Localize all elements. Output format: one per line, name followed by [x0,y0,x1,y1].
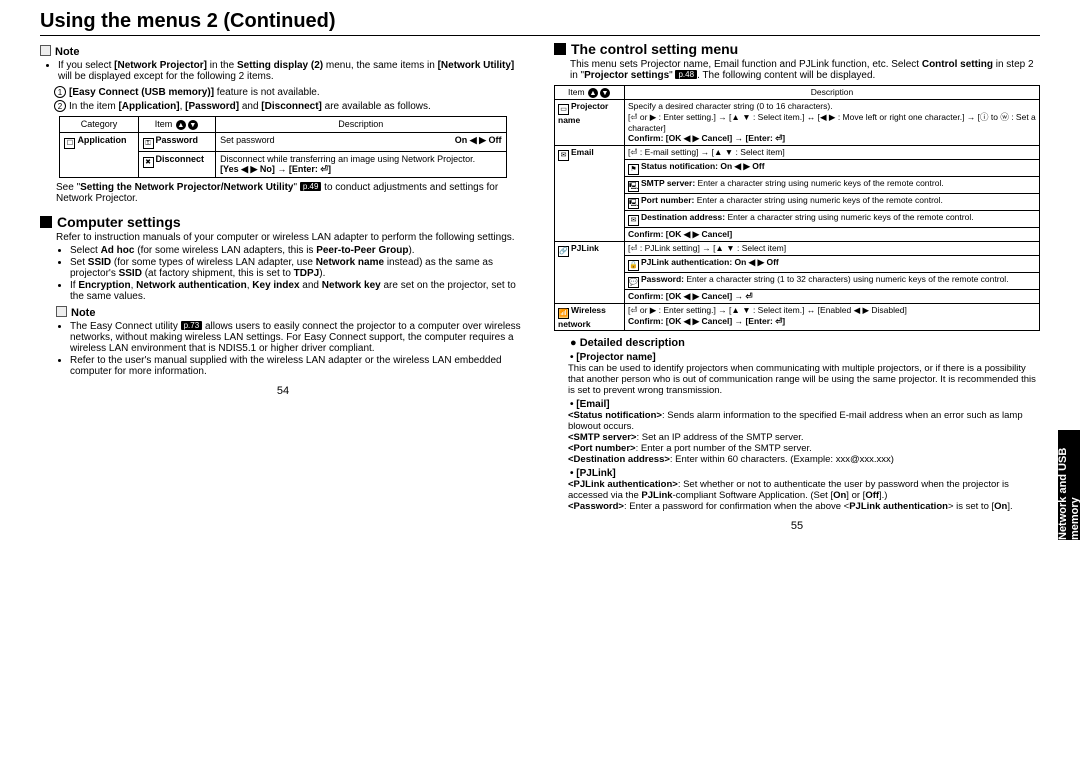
control-setting-heading: The control setting menu [554,41,1040,57]
right-column: The control setting menu This menu sets … [554,41,1040,532]
status-icon: ⚑ [628,164,639,175]
projector-icon: ▭ [558,104,569,115]
email-icon: ✉ [558,150,569,161]
page-ref-73: p.73 [181,321,203,330]
disconnect-icon: ✖ [143,157,154,168]
detail-email-body: <Status notification>: Sends alarm infor… [568,410,1040,465]
note2-bullet-2: Refer to the user's manual supplied with… [70,355,526,377]
comp-bullet-2: Set SSID (for some types of wireless LAN… [70,257,526,279]
detail-projector-name: [Projector name] [570,352,1040,363]
note1-bullet: If you select [Network Projector] in the… [58,60,526,82]
circled-item-2: 2In the item [Application], [Password] a… [54,100,526,112]
page-ref-48: p.48 [675,70,697,79]
control-table: Item ▲▼ Description ▭Projector name Spec… [554,85,1040,331]
computer-settings-intro: Refer to instruction manuals of your com… [56,232,526,243]
detail-email: [Email] [570,399,1040,410]
pw-icon: 💬 [628,277,639,288]
port-icon: 🖳 [628,198,639,209]
detail-pjlink-body: <PJLink authentication>: Set whether or … [568,479,1040,512]
dest-icon: ✉ [628,215,639,226]
note2-bullet-1: The Easy Connect utility p.73 allows use… [70,321,526,354]
detail-projector-body: This can be used to identify projectors … [568,363,1040,396]
page-title: Using the menus 2 (Continued) [40,10,1040,36]
up-icon: ▲ [588,88,598,98]
note-header-2: Note [56,306,526,319]
password-icon: ⚿ [143,138,154,149]
pjlink-icon: 🔗 [558,246,569,257]
app-icon: ☐ [64,138,75,149]
comp-bullet-1: Select Ad hoc (for some wireless LAN ada… [70,245,526,256]
circled-item-1: 1[Easy Connect (USB memory)] feature is … [54,86,526,98]
wireless-icon: 📶 [558,308,569,319]
application-table: Category Item ▲▼ Description ☐Applicatio… [59,116,506,178]
see-ref-line: See "Setting the Network Projector/Netwo… [56,182,526,204]
left-column: Note If you select [Network Projector] i… [40,41,526,532]
page-number-right: 55 [554,520,1040,532]
side-tab: Network and USB memory [1058,430,1080,540]
up-icon: ▲ [176,120,186,130]
computer-settings-heading: Computer settings [40,214,526,230]
smtp-icon: 🖳 [628,181,639,192]
note-header-1: Note [40,45,526,58]
page-number-left: 54 [40,385,526,397]
comp-bullet-3: If Encryption, Network authentication, K… [70,280,526,302]
page-ref-49: p.49 [300,182,322,191]
detailed-description-heading: Detailed description [570,337,1040,349]
detail-pjlink: [PJLink] [570,468,1040,479]
auth-icon: 🔒 [628,260,639,271]
down-icon: ▼ [600,88,610,98]
control-intro: This menu sets Projector name, Email fun… [570,59,1040,81]
down-icon: ▼ [188,120,198,130]
